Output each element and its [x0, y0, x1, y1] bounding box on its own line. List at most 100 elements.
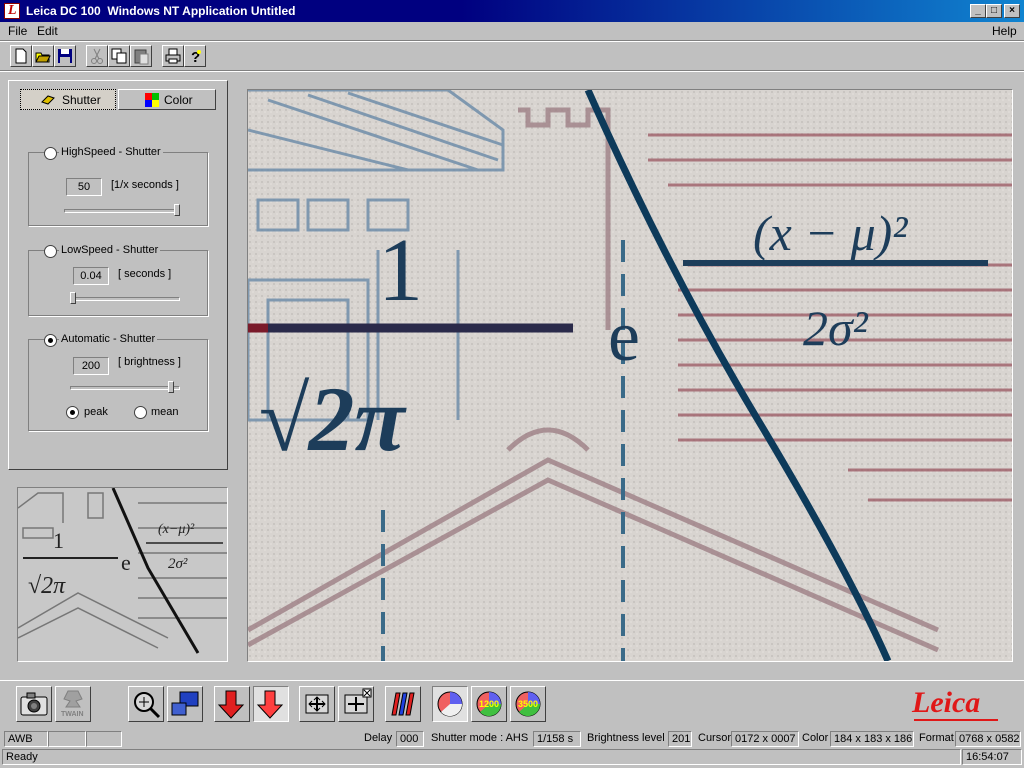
shutter-tab-icon — [41, 95, 55, 105]
status-time-text: 16:54:07 — [966, 751, 1009, 763]
tab-color[interactable]: Color — [118, 89, 216, 110]
fit-view-close-icon[interactable] — [338, 686, 374, 722]
automatic-slider-track[interactable] — [70, 386, 180, 390]
color-temp-3500-label: 3500 — [518, 699, 539, 709]
lowspeed-group — [28, 250, 208, 316]
leica-logo-underline — [914, 719, 998, 721]
color-temp-1200-icon[interactable]: 1200 — [471, 686, 507, 722]
status-delay-text: 000 — [400, 733, 419, 745]
highspeed-slider-thumb[interactable] — [174, 204, 180, 216]
window-size-icon[interactable] — [167, 686, 203, 722]
tab-shutter-label: Shutter — [62, 93, 101, 107]
highspeed-value[interactable]: 50 — [66, 178, 102, 196]
fit-view-icon[interactable] — [299, 686, 335, 722]
color-wheel-icon[interactable] — [432, 686, 468, 722]
status-ready-text: Ready — [6, 751, 38, 763]
status-time: 16:54:07 — [962, 749, 1022, 765]
highspeed-value-text: 50 — [77, 181, 91, 193]
print-icon[interactable] — [162, 45, 184, 67]
save-icon[interactable] — [54, 45, 76, 67]
formula-e: e — [608, 296, 640, 376]
status-format-label: Format — [919, 732, 954, 744]
highspeed-radio[interactable] — [44, 147, 57, 160]
lowspeed-radio[interactable] — [44, 245, 57, 258]
status-shutter-time: 1/158 s — [533, 731, 581, 747]
svg-text:(x−μ)²: (x−μ)² — [158, 522, 195, 537]
automatic-radio[interactable] — [44, 334, 57, 347]
leica-l-icon[interactable]: L — [4, 3, 20, 19]
status-empty-1 — [48, 731, 86, 747]
svg-text:2σ²: 2σ² — [168, 556, 188, 572]
status-color-label: Color — [802, 732, 829, 744]
menu-separator — [0, 40, 1024, 42]
lowspeed-unit: [ seconds ] — [118, 268, 172, 280]
highspeed-label: HighSpeed - Shutter — [59, 146, 163, 158]
zoom-icon[interactable] — [128, 686, 164, 722]
title-bar[interactable]: L Leica DC 100 Windows NT Application Un… — [0, 0, 1024, 22]
automatic-radio-dot — [48, 338, 53, 343]
leica-logo: Leica — [912, 686, 981, 719]
status-cursor: 0172 x 0007 — [731, 731, 799, 747]
lowspeed-slider-track[interactable] — [70, 297, 180, 301]
lowspeed-label: LowSpeed - Shutter — [59, 244, 161, 256]
automatic-slider-thumb[interactable] — [168, 381, 174, 393]
menu-help[interactable]: Help — [992, 24, 1017, 38]
bottom-toolbar-separator — [0, 680, 1024, 681]
tab-shutter[interactable]: Shutter — [20, 89, 116, 110]
status-cursor-text: 0172 x 0007 — [735, 733, 796, 745]
status-color-text: 184 x 183 x 186 — [834, 733, 913, 745]
mean-radio[interactable] — [134, 406, 147, 419]
mean-label: mean — [151, 406, 179, 418]
status-delay: 000 — [396, 731, 424, 747]
lowspeed-value-text: 0.04 — [80, 270, 102, 282]
status-brightness: 201 — [668, 731, 692, 747]
automatic-value-text: 200 — [81, 360, 101, 372]
menu-edit[interactable]: Edit — [37, 24, 58, 38]
status-delay-label: Delay — [364, 732, 393, 744]
formula-sqrt: √2π — [258, 368, 407, 470]
new-icon[interactable] — [10, 45, 32, 67]
automatic-unit: [ brightness ] — [118, 356, 181, 368]
window-title: Leica DC 100 Windows NT Application Unti… — [26, 4, 296, 18]
color-temp-3500-icon[interactable]: 3500 — [510, 686, 546, 722]
automatic-group — [28, 339, 208, 431]
copy-icon[interactable] — [108, 45, 130, 67]
menu-file[interactable]: File — [8, 24, 27, 38]
arrow-down-icon[interactable] — [214, 686, 250, 722]
open-icon[interactable] — [32, 45, 54, 67]
maximize-icon[interactable]: □ — [986, 4, 1002, 18]
arrow-down-active-icon[interactable] — [253, 686, 289, 722]
main-image-viewer[interactable]: 1 √2π e (x − μ)² 2σ² — [247, 89, 1013, 662]
tab-color-label: Color — [164, 93, 193, 107]
automatic-label: Automatic - Shutter — [59, 333, 158, 345]
formula-exponent-num: (x − μ)² — [753, 205, 908, 261]
status-ready: Ready — [2, 749, 961, 765]
thumbnail-image: 1 √2π e (x−μ)² 2σ² — [18, 488, 227, 661]
color-bars-icon[interactable] — [385, 686, 421, 722]
paste-icon[interactable] — [130, 45, 152, 67]
formula-exponent-den: 2σ² — [803, 300, 869, 356]
highspeed-slider-track[interactable] — [64, 209, 180, 213]
thumbnail-preview[interactable]: 1 √2π e (x−μ)² 2σ² — [17, 487, 228, 662]
camera-icon[interactable] — [16, 686, 52, 722]
twain-button[interactable]: TWAIN — [55, 686, 91, 722]
status-format-text: 0768 x 0582 — [959, 733, 1020, 745]
status-cursor-label: Cursor — [698, 732, 732, 744]
highspeed-unit: [1/x seconds ] — [111, 179, 179, 191]
menu-bar: File Edit Help — [0, 22, 1024, 40]
help-icon[interactable]: ? — [184, 45, 206, 67]
cut-icon[interactable] — [86, 45, 108, 67]
lowspeed-slider-thumb[interactable] — [70, 292, 76, 304]
status-awb: AWB — [4, 731, 48, 747]
peak-radio[interactable] — [66, 406, 79, 419]
minimize-icon[interactable]: _ — [970, 4, 986, 18]
twain-label: TWAIN — [61, 711, 84, 718]
lowspeed-value[interactable]: 0.04 — [73, 267, 109, 285]
close-icon[interactable]: × — [1004, 4, 1020, 18]
status-format: 0768 x 0582 — [955, 731, 1021, 747]
status-shutter-mode: Shutter mode : AHS — [431, 732, 529, 744]
automatic-value[interactable]: 200 — [73, 357, 109, 375]
status-shutter-time-text: 1/158 s — [537, 733, 574, 745]
status-color: 184 x 183 x 186 — [830, 731, 914, 747]
color-temp-1200-label: 1200 — [479, 699, 500, 709]
